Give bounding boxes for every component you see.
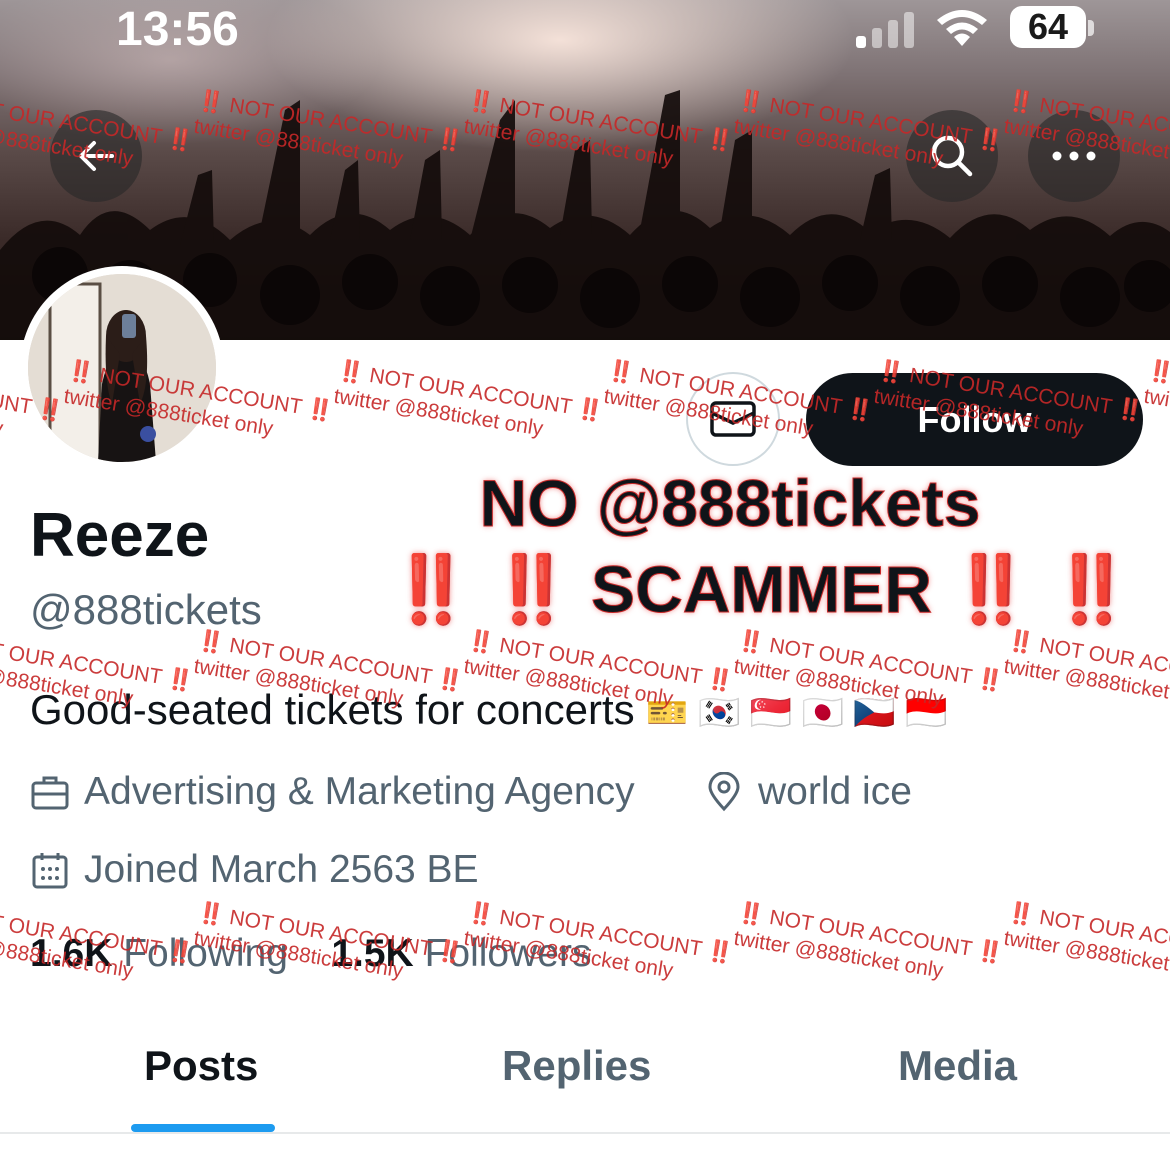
arrow-left-icon <box>79 141 114 171</box>
scam-warning-subtitle: ‼️ ‼️ SCAMMER ‼️ ‼️ <box>390 556 1134 623</box>
watermark-line-2: twitter @888ticket only <box>1002 926 1170 983</box>
search-icon <box>931 135 973 177</box>
profile-bio: Good-seated tickets for concerts 🎫 🇰🇷 🇸🇬… <box>30 686 948 734</box>
watermark-line-1: ‼️ NOT OUR ACCOUNT ‼️ <box>1146 358 1170 424</box>
watermark-line-2: twitter @888ticket only <box>332 384 545 441</box>
watermark-line-1: ‼️ NOT OUR ACCOUNT ‼️ <box>736 900 1006 966</box>
tab-replies[interactable]: Replies <box>502 1042 651 1090</box>
battery-cap <box>1088 20 1094 36</box>
back-button[interactable] <box>50 110 142 202</box>
follow-button[interactable]: Follow <box>806 373 1143 466</box>
watermark-line-1: ‼️ NOT OUR ACCOUNT ‼️ <box>336 358 606 424</box>
watermark-line-1: ‼️ NOT OUR ACCOUNT ‼️ <box>736 628 1006 694</box>
watermark-line-2: twitter @888ticket only <box>1142 384 1170 441</box>
more-horizontal-icon <box>1052 151 1096 161</box>
joined-label: Joined March 2563 BE <box>84 848 479 891</box>
scammer-label: SCAMMER <box>591 552 933 626</box>
watermark-line-2: twitter @888ticket only <box>1002 654 1170 711</box>
watermark-stamp: ‼️ NOT OUR ACCOUNT ‼️twitter @888ticket … <box>1002 628 1170 722</box>
watermark-line-1: ‼️ NOT OUR ACCOUNT ‼️ <box>1006 628 1170 694</box>
avatar[interactable] <box>20 266 224 470</box>
bio-text: Good-seated tickets for concerts <box>30 686 635 733</box>
category-label: Advertising & Marketing Agency <box>84 770 635 813</box>
followers-count: 1.5K <box>331 932 414 975</box>
active-tab-indicator <box>131 1124 275 1132</box>
location-pin-icon <box>704 772 744 812</box>
watermark-line-1: ‼️ NOT OUR ACCOUNT ‼️ <box>196 628 466 694</box>
tab-media[interactable]: Media <box>898 1042 1017 1090</box>
location-label: world ice <box>758 770 912 813</box>
search-button[interactable] <box>906 110 998 202</box>
profile-name: Reeze <box>30 501 210 570</box>
profile-tabs: Posts Replies Media <box>0 1020 1170 1134</box>
scam-warning-title: NO @888tickets <box>479 466 981 540</box>
profile-location: world ice <box>704 770 912 814</box>
avatar-selfie-illustration <box>28 274 216 462</box>
followers-link[interactable]: 1.5K Followers <box>331 932 591 975</box>
battery-level: 64 <box>1027 6 1069 47</box>
following-link[interactable]: 1.6K Following <box>30 932 299 975</box>
watermark-stamp: ‼️ NOT OUR ACCOUNT ‼️twitter @888ticket … <box>332 358 605 452</box>
watermark-stamp: ‼️ NOT OUR ACCOUNT ‼️twitter @888ticket … <box>1002 900 1170 994</box>
watermark-line-2: twitter @888ticket only <box>732 926 945 983</box>
following-count: 1.6K <box>30 932 113 975</box>
watermark-line-1: ‼️ NOT OUR ACCOUNT ‼️ <box>466 628 736 694</box>
watermark-stamp: ‼️ NOT OUR ACCOUNT ‼️twitter @888ticket … <box>1142 358 1170 452</box>
warning-bangs-left: ‼️ ‼️ <box>390 552 574 626</box>
status-time: 13:56 <box>116 3 239 56</box>
tab-posts[interactable]: Posts <box>144 1042 258 1090</box>
followers-label: Followers <box>424 932 592 975</box>
watermark-stamp: ‼️ NOT OUR ACCOUNT ‼️twitter @888ticket … <box>732 900 1005 994</box>
battery-indicator: 64 <box>1010 6 1086 48</box>
more-options-button[interactable] <box>1028 110 1120 202</box>
calendar-icon <box>30 850 70 890</box>
envelope-icon <box>710 401 756 437</box>
briefcase-icon <box>30 772 70 812</box>
watermark-line-1: ‼️ NOT OUR ACCOUNT ‼️ <box>0 629 196 694</box>
profile-handle: @888tickets <box>30 586 262 633</box>
wifi-icon <box>937 10 987 46</box>
message-button[interactable] <box>686 372 780 466</box>
following-label: Following <box>123 932 288 975</box>
bio-emojis: 🎫 🇰🇷 🇸🇬 🇯🇵 🇨🇿 🇮🇩 <box>646 694 948 732</box>
avatar-photo <box>28 274 216 462</box>
warning-bangs-right: ‼️ ‼️ <box>950 552 1134 626</box>
profile-joined: Joined March 2563 BE <box>30 848 479 892</box>
profile-category: Advertising & Marketing Agency <box>30 770 635 814</box>
watermark-line-1: ‼️ NOT OUR ACCOUNT ‼️ <box>1006 900 1170 966</box>
cellular-signal-icon <box>856 12 914 48</box>
profile-stats: 1.6K Following 1.5K Followers <box>30 932 591 976</box>
